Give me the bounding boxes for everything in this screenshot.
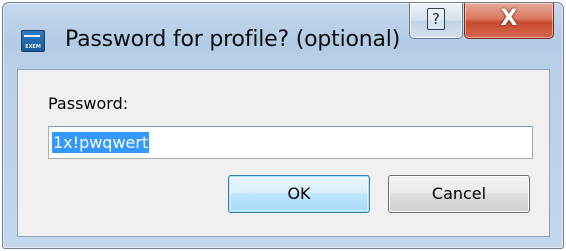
help-button[interactable]: ? — [409, 3, 463, 39]
close-button[interactable]: X — [464, 3, 554, 39]
app-icon-bar — [24, 35, 40, 37]
password-value-selected: 1x!pwqwert — [52, 132, 150, 153]
cancel-button[interactable]: Cancel — [388, 175, 530, 213]
close-icon: X — [500, 6, 518, 31]
password-label: Password: — [48, 94, 129, 113]
dialog-content: Password: 1x!pwqwert OK Cancel — [17, 69, 550, 237]
password-input[interactable]: 1x!pwqwert — [48, 126, 533, 159]
help-icon: ? — [427, 8, 445, 30]
app-icon-text: EXEM — [25, 44, 41, 50]
app-icon: EXEM — [21, 30, 45, 52]
password-dialog: EXEM Password for profile? (optional) ? … — [2, 2, 564, 249]
dialog-title: Password for profile? (optional) — [65, 27, 401, 52]
title-bar[interactable]: EXEM Password for profile? (optional) ? … — [3, 3, 563, 69]
ok-button[interactable]: OK — [228, 175, 370, 213]
